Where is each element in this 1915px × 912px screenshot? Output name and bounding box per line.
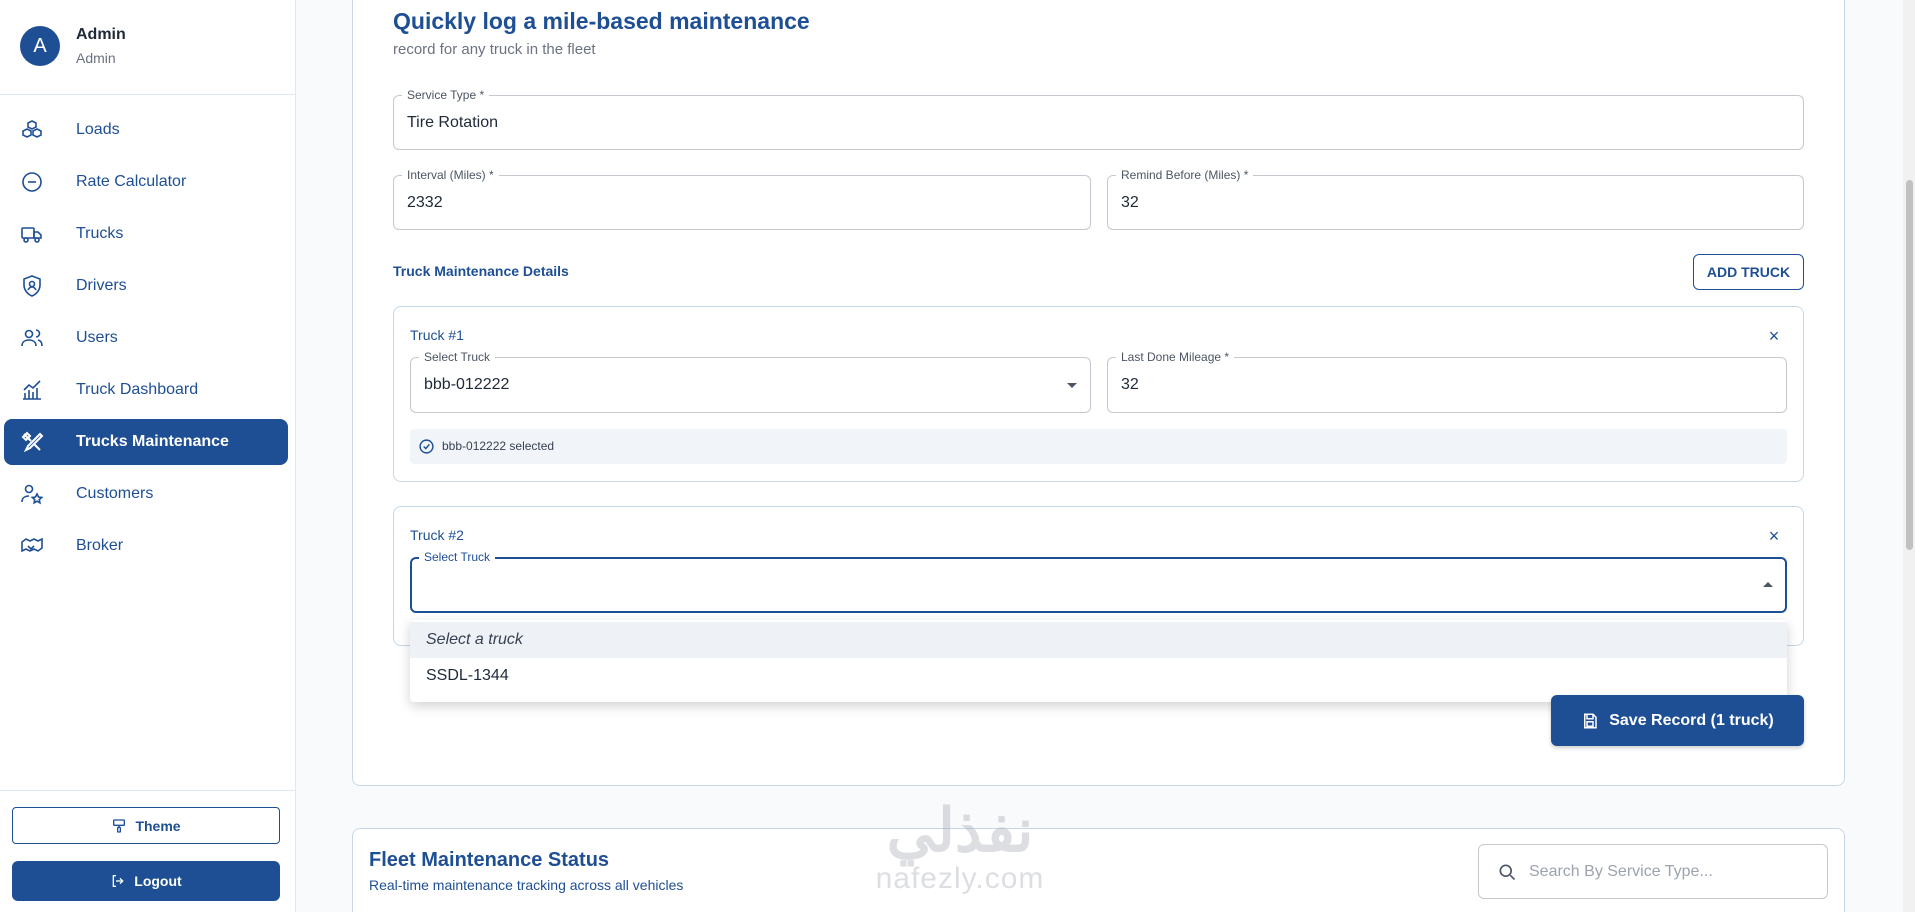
remind-before-value: 32 bbox=[1121, 193, 1139, 211]
sidebar-item-loads[interactable]: Loads bbox=[4, 107, 288, 153]
truck-icon bbox=[21, 227, 42, 243]
remind-before-field[interactable]: Remind Before (Miles) * 32 bbox=[1107, 168, 1804, 230]
page-subtitle: record for any truck in the fleet bbox=[393, 41, 596, 58]
truck-1-selected-note: bbb-012222 selected bbox=[410, 429, 1787, 464]
last-done-mileage-field[interactable]: Last Done Mileage * 32 bbox=[1107, 350, 1787, 413]
sidebar: A Admin Admin Loads Rate Calculator Truc… bbox=[0, 0, 296, 912]
sidebar-item-customers[interactable]: Customers bbox=[4, 471, 288, 517]
handshake-icon bbox=[21, 537, 43, 553]
save-record-label: Save Record (1 truck) bbox=[1609, 711, 1774, 729]
service-type-field[interactable]: Service Type * Tire Rotation bbox=[393, 88, 1804, 150]
sidebar-item-trucks-maintenance[interactable]: Trucks Maintenance bbox=[4, 419, 288, 465]
page-title: Quickly log a mile-based maintenance bbox=[393, 8, 810, 34]
sidebar-footer: Theme Logout bbox=[0, 790, 295, 912]
user-name: Admin bbox=[76, 26, 126, 43]
sidebar-item-rate-calculator[interactable]: Rate Calculator bbox=[4, 159, 288, 205]
save-icon bbox=[1584, 713, 1597, 728]
logout-button-label: Logout bbox=[134, 873, 182, 889]
truck-2-select-label: Select Truck bbox=[419, 550, 496, 564]
sidebar-item-label: Loads bbox=[76, 121, 120, 138]
sidebar-item-broker[interactable]: Broker bbox=[4, 523, 288, 569]
sidebar-item-label: Truck Dashboard bbox=[76, 381, 199, 398]
tools-icon bbox=[21, 431, 44, 453]
sidebar-item-label: Users bbox=[76, 329, 118, 346]
chevron-up-icon bbox=[1763, 582, 1773, 587]
logout-icon bbox=[112, 875, 124, 887]
search-input[interactable] bbox=[1529, 859, 1809, 885]
truck-1-select[interactable]: Select Truck bbb-012222 bbox=[410, 350, 1091, 413]
close-icon[interactable]: × bbox=[1766, 327, 1782, 345]
section-title: Truck Maintenance Details bbox=[393, 263, 569, 279]
theme-button-label: Theme bbox=[135, 817, 181, 834]
fleet-title: Fleet Maintenance Status bbox=[369, 849, 610, 871]
add-truck-button[interactable]: ADD TRUCK bbox=[1693, 254, 1804, 290]
sidebar-item-drivers[interactable]: Drivers bbox=[4, 263, 288, 309]
service-search bbox=[1478, 844, 1828, 899]
sidebar-item-truck-dashboard[interactable]: Truck Dashboard bbox=[4, 367, 288, 413]
truck-dropdown-menu: Select a truck SSDL-1344 bbox=[410, 620, 1787, 702]
shield-user-icon bbox=[23, 275, 41, 297]
selected-note-text: bbb-012222 selected bbox=[442, 439, 555, 453]
watermark-latin: nafezly.com bbox=[875, 862, 1045, 895]
sidebar-item-trucks[interactable]: Trucks bbox=[4, 211, 288, 257]
sidebar-item-label: Broker bbox=[76, 537, 124, 554]
check-circle-icon bbox=[419, 439, 434, 454]
palette-icon bbox=[113, 818, 126, 833]
users-icon bbox=[21, 329, 43, 347]
sidebar-item-label: Rate Calculator bbox=[76, 173, 187, 190]
boxes-icon bbox=[22, 120, 42, 138]
dropdown-option[interactable]: SSDL-1344 bbox=[410, 658, 1787, 694]
chevron-down-icon bbox=[1067, 383, 1077, 388]
close-icon[interactable]: × bbox=[1766, 527, 1782, 545]
calculator-icon bbox=[22, 172, 42, 192]
user-profile: A Admin Admin bbox=[0, 0, 295, 95]
avatar[interactable]: A bbox=[20, 26, 60, 66]
page-scrollbar[interactable] bbox=[1903, 0, 1915, 912]
search-icon bbox=[1499, 864, 1516, 881]
fleet-subtitle: Real-time maintenance tracking across al… bbox=[369, 877, 684, 893]
sidebar-item-label: Trucks bbox=[76, 225, 124, 242]
truck-2-select[interactable]: Select Truck bbox=[410, 550, 1787, 613]
dropdown-option[interactable]: Select a truck bbox=[410, 622, 1787, 658]
watermark: نفذلي nafezly.com bbox=[850, 800, 1070, 910]
sidebar-item-label: Drivers bbox=[76, 277, 127, 294]
theme-button[interactable]: Theme bbox=[12, 807, 280, 844]
user-role: Admin bbox=[76, 50, 116, 66]
truck-2-title: Truck #2 bbox=[410, 527, 464, 543]
user-star-icon bbox=[21, 484, 44, 505]
sidebar-item-label: Customers bbox=[76, 485, 154, 502]
truck-1-title: Truck #1 bbox=[410, 327, 464, 343]
logout-button[interactable]: Logout bbox=[12, 861, 280, 901]
truck-1-select-value: bbb-012222 bbox=[424, 376, 510, 393]
watermark-arabic: نفذلي bbox=[886, 797, 1034, 864]
save-record-button[interactable]: Save Record (1 truck) bbox=[1551, 695, 1804, 746]
last-done-mileage-value: 32 bbox=[1121, 376, 1139, 393]
sidebar-item-users[interactable]: Users bbox=[4, 315, 288, 361]
sidebar-item-label: Trucks Maintenance bbox=[76, 433, 229, 450]
interval-miles-value: 2332 bbox=[407, 193, 443, 211]
scrollbar-thumb[interactable] bbox=[1906, 180, 1913, 550]
service-type-value: Tire Rotation bbox=[407, 113, 498, 131]
interval-miles-field[interactable]: Interval (Miles) * 2332 bbox=[393, 168, 1091, 230]
chart-icon bbox=[23, 380, 41, 400]
